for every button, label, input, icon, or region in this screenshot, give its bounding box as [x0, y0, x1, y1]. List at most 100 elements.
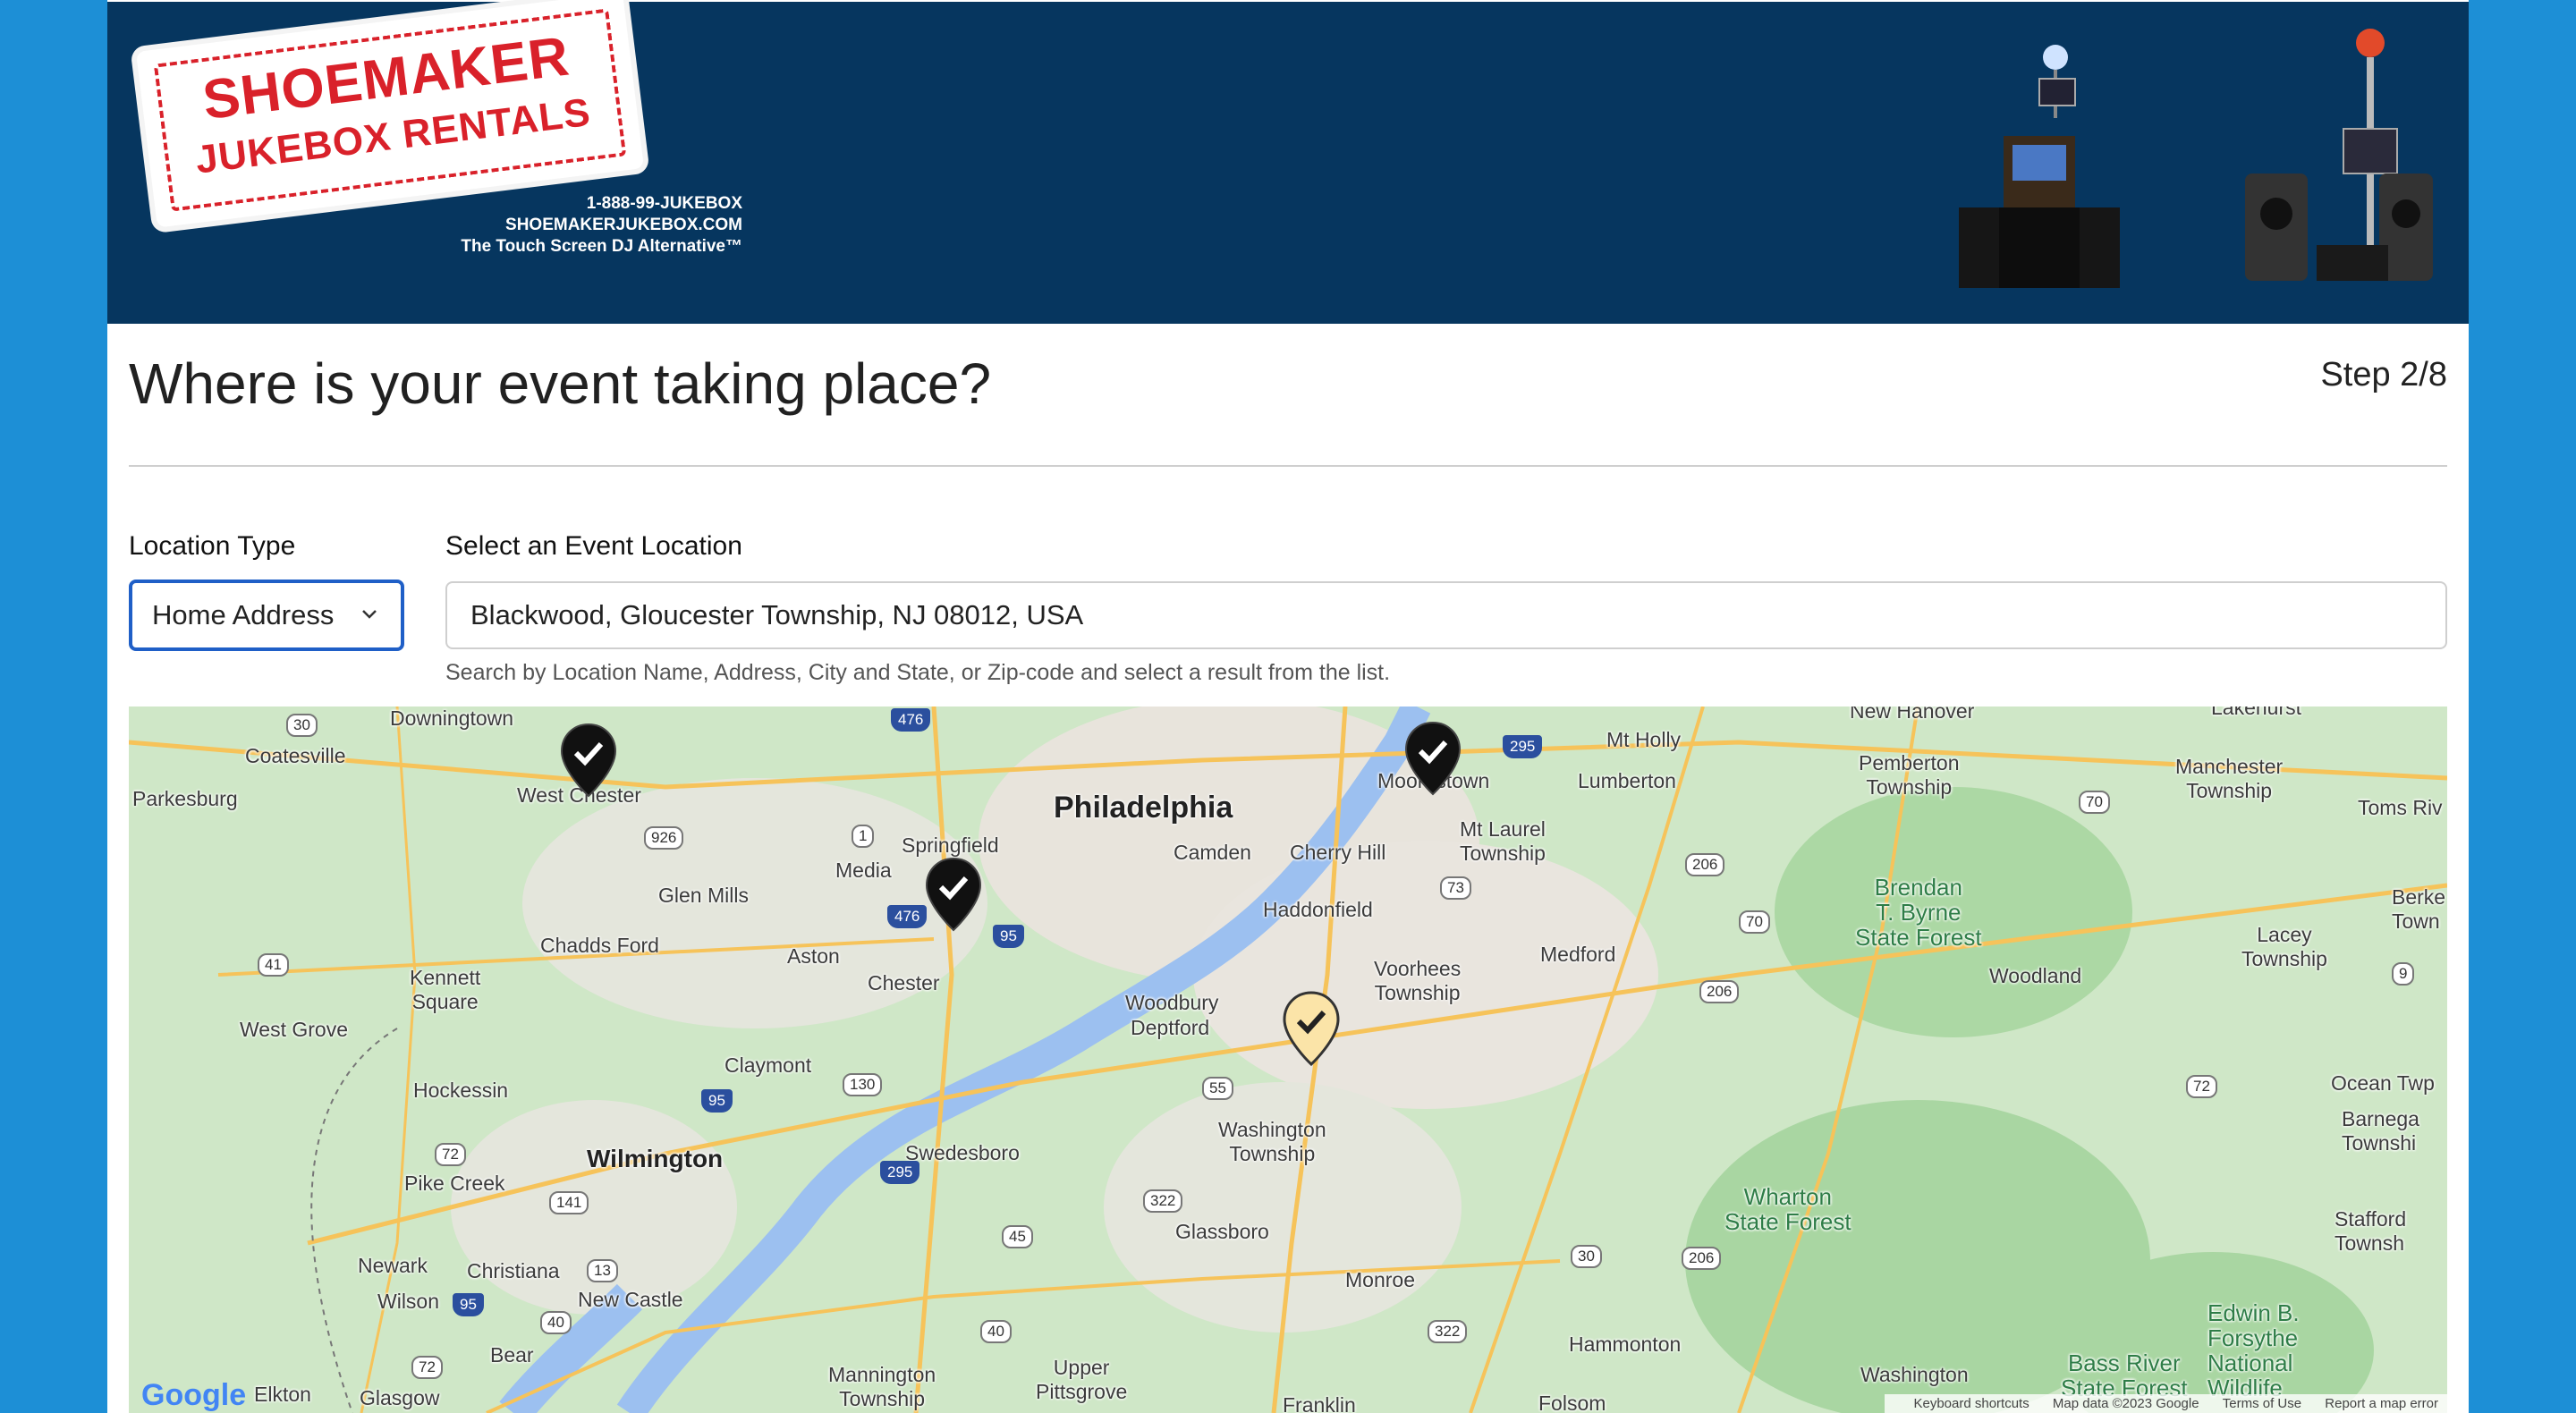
terms-link[interactable]: Terms of Use	[2223, 1396, 2301, 1411]
map-label-folsom: Folsom	[1538, 1392, 1606, 1413]
map-data-text: Map data ©2023 Google	[2052, 1396, 2199, 1411]
map-label-west-grove: West Grove	[240, 1018, 348, 1041]
map-label-pemberton: Pemberton Township	[1859, 751, 1960, 799]
jukebox-image	[1959, 45, 2120, 288]
map-label-franklin: Franklin	[1283, 1393, 1356, 1413]
interstate-shield: 476	[891, 708, 931, 732]
map-label-wilmington: Wilmington	[587, 1145, 724, 1172]
chevron-down-icon	[362, 610, 377, 619]
map-label-wilson: Wilson	[377, 1290, 440, 1313]
map-pin-check-icon[interactable]	[560, 723, 617, 798]
map-pin-check-icon[interactable]	[1404, 721, 1462, 796]
map-label-bass-river: Bass River State Forest	[2061, 1350, 2188, 1401]
map-label-hammonton: Hammonton	[1569, 1333, 1682, 1356]
map-label-chadds-ford: Chadds Ford	[540, 934, 659, 957]
map-label-bear: Bear	[490, 1343, 534, 1366]
map-label-mt-holly: Mt Holly	[1606, 728, 1682, 751]
route-shield: 70	[2079, 791, 2110, 814]
help-text: Search by Location Name, Address, City a…	[445, 660, 1391, 685]
map-label-washington: Washington	[1860, 1363, 1969, 1386]
map-label-woodland: Woodland	[1989, 964, 2082, 987]
event-location-input[interactable]: Blackwood, Gloucester Township, NJ 08012…	[445, 581, 2447, 649]
selected-location-pin-icon[interactable]	[1283, 991, 1340, 1066]
route-shield: 41	[258, 953, 289, 977]
map-label-coatesville: Coatesville	[245, 744, 346, 767]
map-label-glassboro: Glassboro	[1175, 1220, 1269, 1243]
route-shield: 72	[435, 1143, 466, 1166]
map-label-mt-laurel: Mt Laurel Township	[1460, 817, 1546, 865]
map-pin-check-icon[interactable]	[925, 857, 982, 932]
route-shield: 72	[411, 1356, 443, 1379]
tagline-text: The Touch Screen DJ Alternative™	[461, 237, 742, 256]
route-shield: 1	[852, 825, 875, 848]
divider	[129, 465, 2447, 467]
map-label-wharton: Wharton State Forest	[1724, 1183, 1852, 1235]
route-shield: 206	[1682, 1247, 1722, 1270]
route-shield: 141	[549, 1191, 589, 1214]
map-label-chester: Chester	[868, 971, 940, 994]
route-shield: 30	[1571, 1245, 1602, 1268]
route-shield: 40	[980, 1320, 1012, 1343]
map-label-downingtown: Downingtown	[390, 706, 514, 730]
map-label-newark: Newark	[358, 1254, 428, 1277]
map-label-philadelphia: Philadelphia	[1054, 791, 1233, 825]
map-label-claymont: Claymont	[724, 1053, 812, 1077]
map-label-woodbury: Woodbury	[1125, 991, 1219, 1014]
report-error-link[interactable]: Report a map error	[2325, 1396, 2438, 1411]
map-label-camden: Camden	[1174, 841, 1251, 864]
map-label-edwin-b-forsythe: Edwin B. Forsythe National Wildlife	[2207, 1299, 2300, 1401]
map-label-stafford: Stafford Townsh	[2334, 1207, 2407, 1255]
route-shield: 926	[644, 826, 684, 850]
map-label-berkeley: Berke Town	[2392, 885, 2446, 933]
location-type-label: Location Type	[129, 531, 296, 561]
keyboard-shortcuts-link[interactable]: Keyboard shortcuts	[1913, 1396, 2029, 1411]
map-view[interactable]: Downingtown Coatesville Parkesburg West …	[129, 706, 2447, 1413]
location-type-select[interactable]: Home Address	[129, 580, 404, 651]
map-label-monroe: Monroe	[1345, 1268, 1415, 1291]
map-label-lakehurst: Lakehurst	[2211, 706, 2302, 719]
map-label-hockessin: Hockessin	[413, 1079, 509, 1102]
location-type-value: Home Address	[152, 599, 335, 630]
map-label-medford: Medford	[1540, 943, 1616, 966]
route-shield: 30	[286, 714, 318, 737]
map-label-deptford: Deptford	[1131, 1016, 1210, 1039]
map-label-swedesboro: Swedesboro	[905, 1141, 1020, 1164]
interstate-shield: 95	[453, 1293, 484, 1316]
map-label-toms-river: Toms Riv	[2358, 796, 2443, 819]
google-logo[interactable]: Google	[141, 1378, 246, 1413]
map-label-brendan-byrne: Brendan T. Byrne State Forest	[1855, 874, 1982, 951]
route-shield: 206	[1699, 980, 1740, 1003]
map-label-mannington: Mannington Township	[828, 1363, 936, 1410]
contact-block: 1-888-99-JUKEBOX SHOEMAKERJUKEBOX.COM Th…	[286, 193, 742, 258]
route-shield: 72	[2186, 1075, 2217, 1098]
map-label-aston: Aston	[787, 944, 840, 968]
step-indicator: Step 2/8	[2320, 356, 2447, 393]
interstate-shield: 295	[880, 1161, 920, 1184]
route-shield: 322	[1428, 1320, 1468, 1343]
map-label-lacey: Lacey Township	[2241, 923, 2327, 970]
website-text: SHOEMAKERJUKEBOX.COM	[505, 216, 742, 234]
map-label-upper-pittsgrove: Upper Pittsgrove	[1036, 1356, 1128, 1403]
interstate-shield: 295	[1503, 735, 1543, 758]
phone-number: 1-888-99-JUKEBOX	[586, 194, 742, 213]
map-label-new-hanover: New Hanover	[1850, 706, 1975, 723]
map-label-new-castle: New Castle	[578, 1288, 683, 1311]
map-label-voorhees: Voorhees Township	[1374, 957, 1462, 1004]
route-shield: 70	[1739, 910, 1770, 934]
event-location-value: Blackwood, Gloucester Township, NJ 08012…	[470, 599, 1084, 630]
map-label-elkton: Elkton	[254, 1383, 311, 1406]
interstate-shield: 95	[993, 925, 1024, 948]
map-label-media: Media	[835, 859, 892, 882]
map-label-manchester: Manchester Township	[2175, 755, 2284, 802]
map-label-cherry-hill: Cherry Hill	[1290, 841, 1386, 864]
map-label-barnegat: Barnega Townshi	[2342, 1107, 2419, 1155]
interstate-shield: 476	[887, 905, 928, 928]
map-attribution: Keyboard shortcuts Map data ©2023 Google…	[1885, 1394, 2447, 1413]
page-frame: SHOEMAKER JUKEBOX RENTALS 1-888-99-JUKEB…	[107, 0, 2469, 1413]
map-label-christiana: Christiana	[467, 1259, 560, 1282]
event-location-label: Select an Event Location	[445, 531, 742, 561]
map-label-parkesburg: Parkesburg	[132, 787, 238, 810]
route-shield: 40	[540, 1311, 572, 1334]
map-label-kennett-square: Kennett Square	[410, 966, 481, 1013]
map-label-springfield: Springfield	[902, 833, 999, 857]
